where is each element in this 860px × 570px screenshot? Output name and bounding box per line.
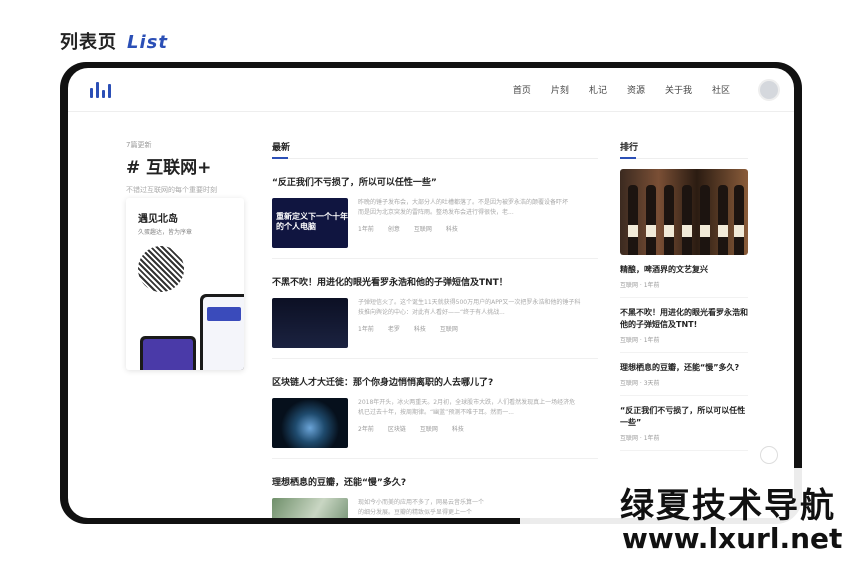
article-tag[interactable]: 老罗 [388,324,400,333]
update-count: 7篇更新 [126,141,152,149]
nav-item-notes[interactable]: 札记 [589,83,607,96]
article-thumbnail[interactable] [272,298,348,348]
ranking-sidebar: 排行 精酿，啤酒界的文艺复兴 互联网 · 1年前 不黑不吹！用进化的眼光看罗永浩… [620,140,748,451]
ranking-item-meta: 互联网 · 1年前 [620,282,660,289]
laptop-frame: 首页 片刻 札记 资源 关于我 社区 7篇更新 # 互联网+ 不错过互联网的每个… [60,62,802,524]
ranking-section-title: 排行 [620,140,748,159]
page-heading: 列表页 List [60,28,168,54]
article-excerpt: 子弹短信火了。这个诞生11天就获得500万用户的APP又一次把罗永浩和他的锤子科… [358,299,581,316]
article-item[interactable]: 区块链人才大迁徙：那个你身边悄悄离职的人去哪儿了? 2018年开头，冰火两重天。… [272,375,598,459]
article-item[interactable]: “反正我们不亏损了，所以可以任性一些” 重新定义下一个十年的个人电脑 昨晚的锤子… [272,175,598,259]
article-thumbnail[interactable] [272,498,348,518]
topic-sidebar: 7篇更新 # 互联网+ 不错过互联网的每个重要时刻 [126,140,266,195]
phone-mockup-icon [140,336,196,370]
topic-title: # 互联网+ [126,158,212,178]
article-time: 2年前 [358,426,374,434]
nav-item-home[interactable]: 首页 [513,83,531,96]
article-excerpt: 昨晚的锤子发布会，大部分人的吐槽都落了。不是因为被罗永浩的颠覆设备吓坏 而是因为北… [358,199,569,216]
latest-section: 最新 “反正我们不亏损了，所以可以任性一些” 重新定义下一个十年的个人电脑 昨晚… [272,140,598,518]
nav-item-community[interactable]: 社区 [712,83,730,96]
article-thumbnail[interactable]: 重新定义下一个十年的个人电脑 [272,198,348,248]
top-nav: 首页 片刻 札记 资源 关于我 社区 [68,68,794,112]
latest-section-title: 最新 [272,140,598,159]
qr-code-icon [138,246,184,292]
article-tag[interactable]: 科技 [452,424,464,433]
ranking-item-meta: 互联网 · 1年前 [620,435,660,442]
ranking-item-title[interactable]: 不黑不吹！用进化的眼光看罗永浩和他的子弹短信及TNT! [620,307,748,331]
article-tag[interactable]: 互联网 [420,424,438,433]
ranking-item-meta: 互联网 · 1年前 [620,337,660,344]
ranking-item[interactable]: “反正我们不亏损了，所以可以任性一些” 互联网 · 1年前 [620,405,748,451]
article-time: 1年前 [358,226,374,234]
article-time: 1年前 [358,326,374,334]
article-tag[interactable]: 互联网 [414,224,432,233]
ranking-item-title[interactable]: 精酿，啤酒界的文艺复兴 [620,264,748,276]
article-body: 子弹短信火了。这个诞生11天就获得500万用户的APP又一次把罗永浩和他的锤子科… [272,298,598,348]
article-tag[interactable]: 互联网 [440,324,458,333]
article-tag[interactable]: 创意 [388,224,400,233]
ranking-item-title[interactable]: “反正我们不亏损了，所以可以任性一些” [620,405,748,429]
ranking-item[interactable]: 理想栖息的豆瓣，还能“慢”多久? 互联网 · 3天前 [620,362,748,396]
ranking-item-meta: 互联网 · 3天前 [620,380,660,387]
topic-description: 不错过互联网的每个重要时刻 [126,186,217,194]
nav-item-resources[interactable]: 资源 [627,83,645,96]
article-title[interactable]: “反正我们不亏损了，所以可以任性一些” [272,175,598,188]
nav-item-about[interactable]: 关于我 [665,83,692,96]
site-logo-icon[interactable] [90,80,120,100]
article-title[interactable]: 区块链人才大迁徙：那个你身边悄悄离职的人去哪儿了? [272,375,598,388]
qr-card-subtitle: 久蛋趣达，皆为序章 [138,229,193,236]
ranking-item-title[interactable]: 理想栖息的豆瓣，还能“慢”多久? [620,362,748,374]
scroll-top-button[interactable] [760,446,778,464]
phone-mockup-icon [200,294,244,370]
article-excerpt: 2018年开头，冰火两重天。2月初，全球股市大跌，人们看然发现真上一场经济危 机已… [358,399,576,416]
watermark-url: www.lxurl.net [622,522,843,555]
article-item[interactable]: 不黑不吹！用进化的眼光看罗永浩和他的子弹短信及TNT！ 子弹短信火了。这个诞生1… [272,275,598,359]
article-meta: 1年前 创意 互联网 科技 [358,224,568,233]
user-avatar[interactable] [758,79,780,101]
article-meta: 1年前 老罗 科技 互联网 [358,324,580,333]
website-screen: 首页 片刻 札记 资源 关于我 社区 7篇更新 # 互联网+ 不错过互联网的每个… [68,68,794,518]
article-meta: 2年前 区块链 互联网 科技 [358,424,575,433]
article-tag[interactable]: 科技 [446,224,458,233]
article-thumbnail[interactable] [272,398,348,448]
article-tag[interactable]: 区块链 [388,424,406,433]
ranking-item[interactable]: 不黑不吹！用进化的眼光看罗永浩和他的子弹短信及TNT! 互联网 · 1年前 [620,307,748,353]
thumbnail-caption: 重新定义下一个十年的个人电脑 [276,212,348,231]
watermark-title: 绿夏技术导航 [620,486,836,526]
article-tag[interactable]: 科技 [414,324,426,333]
ranking-featured-image[interactable] [620,169,748,255]
nav-item-moments[interactable]: 片刻 [551,83,569,96]
article-excerpt: 现如今小而美的应用不多了，网易云音乐算一个 的细分发展。豆瓣的精致似乎显得更上一个 [358,499,485,516]
page-heading-en: List [127,32,168,53]
article-title[interactable]: 不黑不吹！用进化的眼光看罗永浩和他的子弹短信及TNT！ [272,275,598,288]
qr-card-title: 遇见北岛 [138,214,178,225]
qr-promo-card: 遇见北岛 久蛋趣达，皆为序章 [126,198,244,370]
article-body: 2018年开头，冰火两重天。2月初，全球股市大跌，人们看然发现真上一场经济危 机已… [272,398,598,448]
ranking-item[interactable]: 精酿，啤酒界的文艺复兴 互联网 · 1年前 [620,264,748,298]
nav-menu: 首页 片刻 札记 资源 关于我 社区 [513,83,730,96]
article-body: 重新定义下一个十年的个人电脑 昨晚的锤子发布会，大部分人的吐槽都落了。不是因为被… [272,198,598,248]
page-heading-zh: 列表页 [60,32,117,53]
